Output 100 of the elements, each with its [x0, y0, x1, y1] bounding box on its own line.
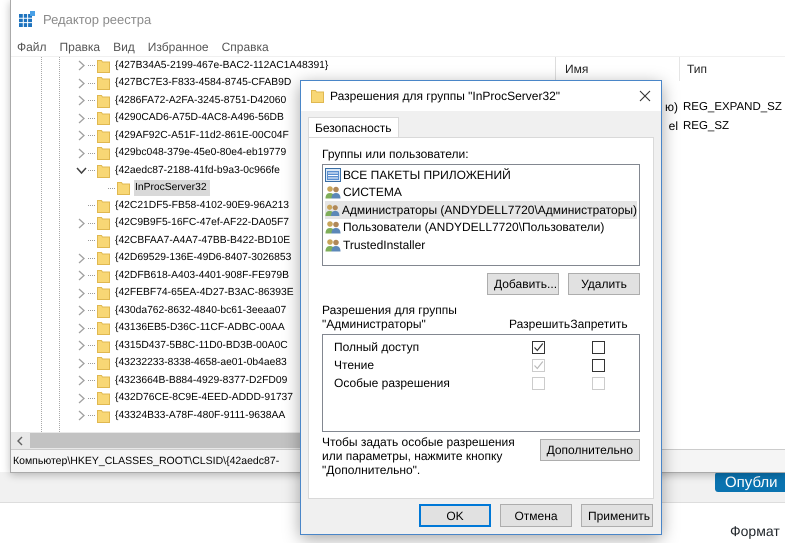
folder-icon	[97, 321, 110, 336]
table-cell-text: REG_SZ	[682, 120, 730, 132]
permission-label: Особые разрешения	[334, 376, 451, 390]
advanced-button[interactable]: Дополнительно	[540, 439, 640, 461]
remove-button[interactable]: Удалить	[568, 273, 640, 295]
folder-icon	[97, 338, 110, 353]
folder-icon	[97, 58, 110, 73]
menu-item[interactable]: Избранное	[148, 40, 209, 54]
column-header[interactable]: Тип	[680, 62, 708, 76]
list-item[interactable]: TrustedInstaller	[325, 236, 637, 254]
chevron-right-icon[interactable]	[76, 78, 87, 89]
column-header: Разрешить	[509, 317, 569, 331]
tree-item[interactable]: {42D69529-136E-49D6-8407-3026853	[114, 250, 294, 266]
column-header: Запретить	[570, 317, 629, 331]
tree-item[interactable]: {42C21DF5-FB58-4102-90E9-96A213	[114, 198, 292, 214]
tree-item[interactable]: {427BC7E3-F833-4584-8745-CFAB9D	[114, 75, 294, 92]
folder-icon	[97, 268, 110, 283]
tree-item[interactable]: {42DFB618-A403-4401-908F-FE979B	[114, 268, 292, 284]
list-item[interactable]: СИСТЕМА	[325, 184, 637, 201]
list-item[interactable]: Пользователи (ANDYDELL7720\Пользователи)	[325, 218, 637, 236]
tree-item[interactable]: {430da762-8632-4840-bc61-3eeaa07	[114, 302, 290, 319]
tree-item[interactable]: {42C9B9F5-16FC-47ef-AF22-DA05F7	[114, 215, 292, 232]
tree-item[interactable]: {427B34A5-2199-467e-BAC2-112AC1A48391}	[114, 58, 332, 74]
chevron-down-icon[interactable]	[76, 165, 87, 176]
users-icon	[325, 185, 341, 200]
folder-icon	[97, 111, 110, 126]
chevron-right-icon[interactable]	[76, 218, 87, 229]
principals-list[interactable]: ВСЕ ПАКЕТЫ ПРИЛОЖЕНИЙ СИСТЕМА Администраторы (ANDYDELL7720\Администраторы) Пользователи (ANDYDELL7720\Пользователи) TrustedInstaller	[322, 164, 640, 266]
permissions-label: Разрешения для группы "Администраторы"	[322, 303, 458, 331]
chevron-right-icon[interactable]	[76, 340, 87, 352]
tree-item[interactable]: {42FEBF74-65EA-4D27-B3AC-86393E	[114, 285, 297, 302]
checkbox[interactable]	[592, 358, 604, 372]
folder-icon	[97, 391, 110, 406]
tree-item[interactable]: {42aedc87-2188-41fd-b9a3-0c966fe	[114, 162, 283, 179]
menu-item[interactable]: Файл	[17, 40, 47, 54]
chevron-right-icon[interactable]	[76, 60, 87, 72]
chevron-right-icon[interactable]	[76, 148, 87, 159]
list-item[interactable]: Администраторы (ANDYDELL7720\Администраторы)	[325, 201, 637, 218]
tree-item[interactable]: {4286FA72-A2FA-3245-8751-D42060	[114, 92, 290, 109]
folder-icon	[97, 94, 110, 108]
scroll-left-icon[interactable]	[16, 436, 24, 446]
tree-item[interactable]: {43232233-8338-4658-ae01-0b4ae83	[114, 355, 290, 372]
folder-icon	[97, 128, 110, 143]
tree-item[interactable]: {4323664B-B884-4929-8377-D2FD09	[114, 372, 290, 389]
advanced-note: Чтобы задать особые разрешения или параметры, нажмите кнопку "Дополнительно".	[322, 435, 516, 477]
tab[interactable]: Безопасность	[308, 117, 399, 137]
apply-button[interactable]: Применить	[581, 504, 653, 527]
tree-item[interactable]: {4290CAD6-A75D-4AC8-A496-56DB	[114, 110, 287, 126]
tree-item[interactable]: {429AF92C-A51F-11d2-861E-00C04F	[114, 128, 292, 144]
folder-icon	[97, 146, 110, 160]
folder-icon	[97, 286, 110, 300]
add-button[interactable]: Добавить...	[487, 273, 559, 295]
checkbox[interactable]	[532, 340, 544, 354]
folder-icon	[97, 408, 110, 423]
tree-item[interactable]: {432D76CE-8C9E-4EED-ADDD-91737	[114, 390, 296, 406]
tree-item[interactable]: {4315D437-5B8C-11D0-BD3B-00A0C	[114, 338, 291, 354]
chevron-right-icon[interactable]	[76, 270, 87, 282]
close-icon	[639, 90, 651, 102]
chevron-right-icon[interactable]	[76, 130, 87, 142]
tree-item[interactable]: {43324B33-A78F-480F-9111-9638AA	[114, 408, 288, 424]
chevron-right-icon[interactable]	[76, 95, 87, 106]
checkbox[interactable]	[592, 340, 604, 354]
tree-item[interactable]: {42CBFAA7-A4A7-47BB-B422-BD10E	[114, 232, 294, 249]
chevron-right-icon[interactable]	[76, 375, 87, 386]
chevron-right-icon[interactable]	[76, 410, 87, 422]
publish-button[interactable]: Опубли	[715, 472, 785, 492]
list-item[interactable]: ВСЕ ПАКЕТЫ ПРИЛОЖЕНИЙ	[325, 166, 637, 184]
chevron-right-icon[interactable]	[76, 305, 87, 316]
groups-label: Группы или пользователи:	[322, 147, 470, 161]
chevron-right-icon[interactable]	[76, 392, 87, 404]
table-cell-text: ю)	[664, 100, 679, 114]
folder-icon	[97, 216, 110, 230]
folder-icon	[97, 198, 110, 213]
registry-app-icon	[19, 11, 35, 27]
section-heading: Формат	[730, 523, 780, 539]
ok-button[interactable]: OK	[419, 504, 491, 527]
table-cell-text: REG_EXPAND_SZ	[682, 100, 782, 112]
window-title: Редактор реестра	[43, 12, 152, 26]
chevron-right-icon[interactable]	[76, 288, 87, 299]
chevron-right-icon[interactable]	[76, 322, 87, 334]
tree-item[interactable]: {43136EB5-D36C-11CF-ADBC-00AA	[114, 320, 288, 336]
app-packages-icon	[325, 168, 341, 182]
folder-icon	[97, 356, 110, 370]
permission-label: Полный доступ	[334, 340, 420, 354]
folder-icon	[311, 89, 324, 103]
users-icon	[325, 202, 340, 217]
users-icon	[325, 220, 341, 234]
menu-item[interactable]: Вид	[113, 40, 135, 54]
folder-icon	[97, 374, 110, 388]
cancel-button[interactable]: Отмена	[500, 504, 572, 527]
chevron-right-icon[interactable]	[76, 358, 87, 369]
tree-item[interactable]: {429bc048-379e-45e0-80e4-eb19779	[114, 145, 290, 162]
chevron-right-icon[interactable]	[76, 252, 87, 264]
folder-icon	[117, 181, 130, 196]
status-bar-path: Компьютер\HKEY_CLASSES_ROOT\CLSID\{42aedc87-	[13, 455, 280, 467]
menu-item[interactable]: Правка	[60, 40, 100, 54]
chevron-right-icon[interactable]	[76, 112, 87, 124]
menu-item[interactable]: Справка	[222, 40, 269, 54]
folder-icon	[97, 304, 110, 318]
tree-item[interactable]: InProcServer32	[134, 180, 210, 196]
